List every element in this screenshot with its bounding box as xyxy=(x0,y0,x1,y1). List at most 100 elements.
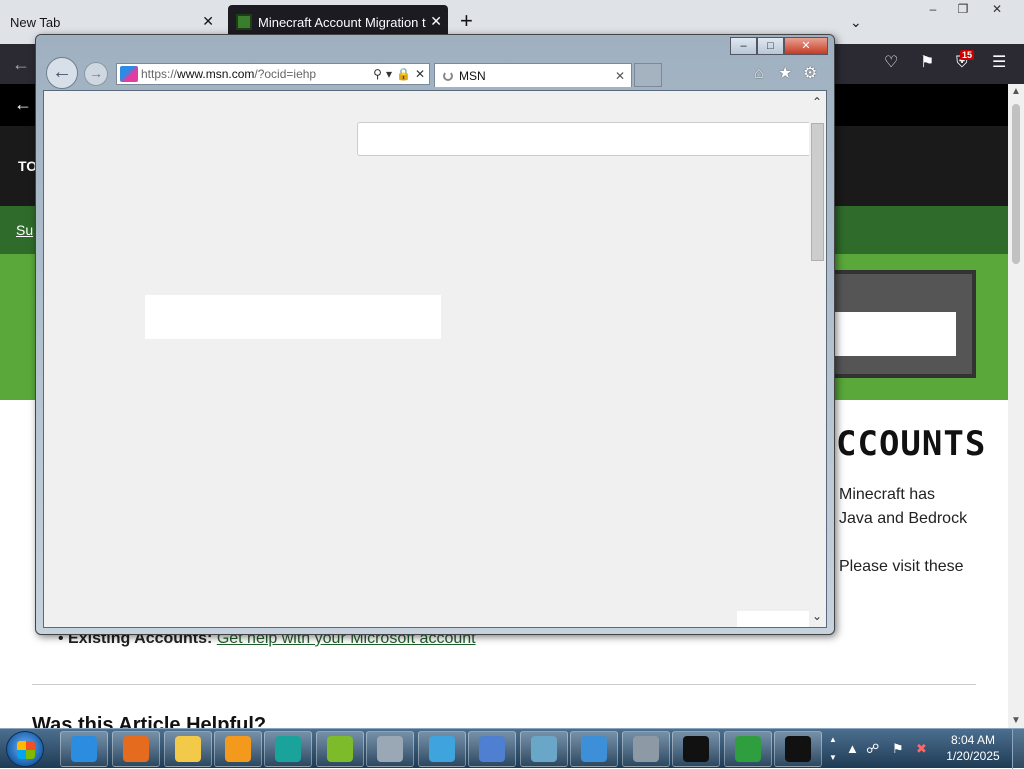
tab-label: New Tab xyxy=(10,14,61,30)
firefox-icon xyxy=(123,736,149,762)
app-files-icon xyxy=(531,736,557,762)
maximize-button[interactable]: □ xyxy=(757,37,784,55)
extension-badge: 15 xyxy=(960,50,975,60)
app-network-icon xyxy=(479,736,505,762)
loading-placeholder-block xyxy=(737,611,811,627)
taskbar-7zip-button[interactable] xyxy=(774,731,822,767)
taskbar-file-explorer-button[interactable] xyxy=(164,731,212,767)
tab-msn[interactable]: MSN ✕ xyxy=(434,63,632,87)
taskbar-app-control-panel-button[interactable] xyxy=(570,731,618,767)
back-arrow-icon[interactable]: ← xyxy=(14,94,32,115)
chevron-down-icon[interactable]: ⌄ xyxy=(850,14,862,31)
lock-icon[interactable]: 🔒 xyxy=(396,67,411,81)
favorites-star-icon[interactable]: ★ xyxy=(778,66,792,82)
taskbar-scroll[interactable]: ▲ ▼ xyxy=(826,731,840,767)
taskbar-internet-explorer-button[interactable] xyxy=(60,731,108,767)
scroll-thumb[interactable] xyxy=(1012,104,1020,264)
forward-arrow-icon[interactable]: → xyxy=(84,62,108,86)
minimize-button[interactable]: – xyxy=(730,37,757,55)
back-arrow-icon[interactable]: ← xyxy=(12,54,30,75)
taskbar-app-files-button[interactable] xyxy=(520,731,568,767)
app-telegram-icon xyxy=(429,736,455,762)
network-icon[interactable]: ☍ xyxy=(866,741,879,757)
url-host: www.msn.com xyxy=(177,67,255,81)
taskbar-app-document-button[interactable] xyxy=(366,731,414,767)
windows-logo-icon xyxy=(17,741,35,759)
clock-time: 8:04 AM xyxy=(950,733,996,747)
window-close-button[interactable]: ✕ xyxy=(982,0,1012,20)
taskbar-firefox-button[interactable] xyxy=(112,731,160,767)
support-link[interactable]: Su xyxy=(16,222,33,238)
chevron-down-icon[interactable]: ⌄ xyxy=(812,609,822,623)
hamburger-menu-icon[interactable]: ☰ xyxy=(992,54,1006,72)
close-icon[interactable]: ✕ xyxy=(615,69,625,83)
minimize-button[interactable]: – xyxy=(918,0,948,20)
url-scheme: https:// xyxy=(141,67,178,81)
url-path: /?ocid=iehp xyxy=(254,67,317,81)
taskbar-app-green-leaf-button[interactable] xyxy=(316,731,364,767)
ie-page-content: ⌃ ⌄ xyxy=(43,90,827,628)
taskbar-app-network-button[interactable] xyxy=(468,731,516,767)
show-desktop-button[interactable] xyxy=(1012,729,1024,769)
app-green-leaf-icon xyxy=(327,736,353,762)
app-globe-icon xyxy=(275,736,301,762)
start-button[interactable] xyxy=(6,731,44,767)
internet-explorer-window: – □ ✕ ← → https://www.msn.com/?ocid=iehp… xyxy=(35,34,835,635)
restore-button[interactable]: ❐ xyxy=(948,0,978,20)
page-scrollbar[interactable]: ▲ ▼ xyxy=(1008,84,1024,728)
taskbar-calculator-button[interactable] xyxy=(622,731,670,767)
article-text: Minecraft has xyxy=(839,486,936,503)
new-tab-button[interactable]: + xyxy=(460,10,473,32)
article-text: Please visit these xyxy=(839,558,964,575)
address-url[interactable]: https://www.msn.com/?ocid=iehp xyxy=(141,67,373,81)
clock[interactable]: 8:04 AM 1/20/2025 xyxy=(942,732,1004,764)
dropdown-icon[interactable]: ▾ xyxy=(386,67,392,81)
scroll-down-icon[interactable]: ▼ xyxy=(1011,715,1021,726)
ie-window-controls: – □ ✕ xyxy=(730,37,828,55)
back-arrow-icon[interactable]: ← xyxy=(46,57,78,89)
calculator-icon xyxy=(633,736,659,762)
taskbar: ▲ ▼ ▲ ☍ ⚑ ✖ 8:04 AM 1/20/2025 xyxy=(0,728,1024,769)
taskbar-media-player-button[interactable] xyxy=(214,731,262,767)
article-heading: CCOUNTS xyxy=(836,424,987,464)
gear-icon[interactable]: ⚙ xyxy=(803,66,817,82)
close-icon[interactable]: ✕ xyxy=(430,13,442,29)
app-document-icon xyxy=(377,736,403,762)
content-scrollbar[interactable]: ⌃ ⌄ xyxy=(809,91,826,627)
chevron-up-icon[interactable]: ⌃ xyxy=(812,95,822,109)
article-text: Java and Bedrock xyxy=(839,510,968,527)
taskbar-app-telegram-button[interactable] xyxy=(418,731,466,767)
command-prompt-icon xyxy=(683,736,709,762)
file-explorer-icon xyxy=(175,736,201,762)
close-icon[interactable]: ✕ xyxy=(202,13,214,29)
clock-date: 1/20/2025 xyxy=(946,749,1000,763)
tab-label: MSN xyxy=(459,68,486,83)
search-input[interactable] xyxy=(357,122,817,156)
show-hidden-icons-icon[interactable]: ▲ xyxy=(846,741,859,756)
stop-icon[interactable]: ✕ xyxy=(415,67,425,81)
tab-label: Minecraft Account Migration to xyxy=(258,14,426,30)
search-icon[interactable]: ⚲ xyxy=(373,67,382,81)
taskbar-command-prompt-button[interactable] xyxy=(672,731,720,767)
scroll-up-icon[interactable]: ▲ xyxy=(1011,86,1021,97)
action-center-flag-icon[interactable]: ⚑ xyxy=(892,741,904,757)
pocket-icon[interactable]: ♡ xyxy=(884,54,898,72)
window-close-button[interactable]: ✕ xyxy=(784,37,828,55)
loading-placeholder-block xyxy=(145,295,441,339)
extensions-icon[interactable]: ⚑ xyxy=(920,54,934,72)
taskbar-app-globe-button[interactable] xyxy=(264,731,312,767)
new-tab-button[interactable] xyxy=(634,63,662,87)
loading-icon xyxy=(443,70,453,81)
media-player-icon xyxy=(225,736,251,762)
internet-explorer-icon xyxy=(71,736,97,762)
7zip-icon xyxy=(785,736,811,762)
app-control-panel-icon xyxy=(581,736,607,762)
volume-muted-icon[interactable]: ✖ xyxy=(916,741,927,757)
msn-site-icon xyxy=(120,66,138,82)
address-bar[interactable]: https://www.msn.com/?ocid=iehp ⚲ ▾ 🔒 ✕ xyxy=(116,63,430,85)
taskbar-windows-update-button[interactable] xyxy=(724,731,772,767)
scroll-thumb[interactable] xyxy=(811,123,824,261)
home-icon[interactable]: ⌂ xyxy=(754,66,764,82)
hero-search-input[interactable] xyxy=(834,312,956,356)
hero-search-panel xyxy=(830,270,976,378)
